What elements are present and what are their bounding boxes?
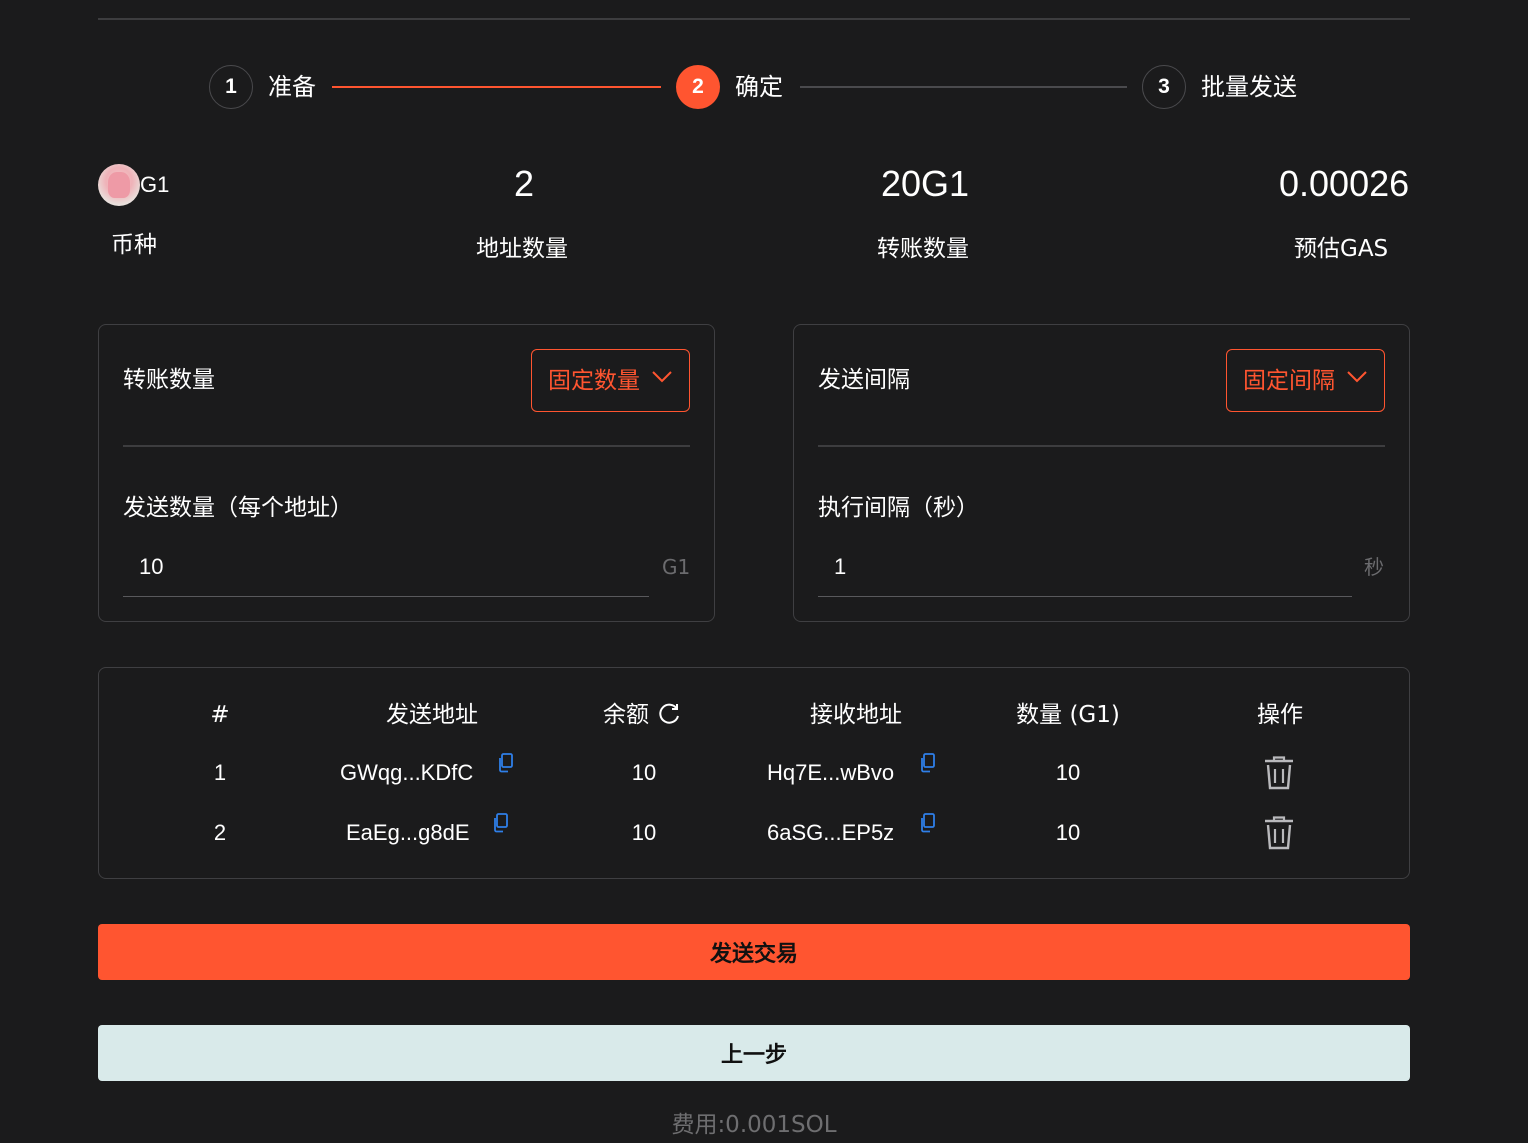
chevron-down-icon — [1347, 371, 1367, 383]
step-connector-1 — [332, 86, 661, 88]
amount-card-title: 转账数量 — [123, 367, 215, 393]
interval-field-label: 执行间隔（秒） — [818, 495, 979, 521]
amount-unit: G1 — [662, 555, 691, 579]
amount-field-label: 发送数量（每个地址） — [123, 495, 353, 521]
to-address: 6aSG...EP5z — [767, 820, 895, 845]
column-header-to: 接收地址 — [810, 702, 902, 728]
from-address: GWqg...KDfC — [340, 760, 474, 785]
interval-mode-label: 固定间隔 — [1243, 367, 1335, 394]
copy-icon[interactable] — [919, 753, 935, 773]
amount-settings-card: 转账数量 固定数量 发送数量（每个地址） G1 — [98, 324, 715, 622]
amount-mode-label: 固定数量 — [548, 367, 640, 394]
column-header-balance: 余额 — [603, 702, 649, 728]
from-address: EaEg...g8dE — [346, 820, 470, 845]
card-divider — [123, 445, 690, 447]
address-count-label: 地址数量 — [476, 236, 568, 262]
interval-settings-card: 发送间隔 固定间隔 执行间隔（秒） 秒 — [793, 324, 1410, 622]
column-header-index: # — [210, 702, 230, 728]
refresh-icon[interactable] — [656, 701, 682, 727]
copy-icon[interactable] — [492, 813, 508, 833]
column-header-amount: 数量 (G1) — [1016, 702, 1120, 728]
interval-unit: 秒 — [1364, 555, 1384, 579]
row-index: 2 — [213, 820, 227, 845]
gas-value: 0.00026 — [1279, 163, 1410, 204]
amount-mode-dropdown[interactable]: 固定数量 — [531, 349, 690, 412]
card-divider — [818, 445, 1385, 447]
trash-icon[interactable] — [1262, 815, 1296, 851]
amount-input-underline — [123, 596, 649, 597]
transfer-amount-label: 转账数量 — [877, 236, 969, 262]
interval-mode-dropdown[interactable]: 固定间隔 — [1226, 349, 1385, 412]
step-3-label[interactable]: 批量发送 — [1201, 72, 1297, 102]
token-avatar-icon — [98, 164, 140, 206]
copy-icon[interactable] — [919, 813, 935, 833]
step-1-label[interactable]: 准备 — [268, 72, 316, 102]
address-count-value: 2 — [514, 163, 535, 204]
transfer-amount-value: 20G1 — [881, 163, 970, 204]
step-2-label[interactable]: 确定 — [735, 72, 783, 102]
top-divider — [98, 18, 1410, 20]
fee-text: 费用:0.001SOL — [671, 1112, 837, 1138]
balance-value: 10 — [631, 760, 657, 785]
gas-label: 预估GAS — [1294, 236, 1389, 262]
to-address: Hq7E...wBvo — [767, 760, 895, 785]
step-3-number[interactable]: 3 — [1142, 65, 1186, 109]
amount-value: 10 — [1055, 820, 1081, 845]
token-symbol: G1 — [140, 172, 170, 197]
interval-card-title: 发送间隔 — [818, 367, 910, 393]
interval-input[interactable] — [834, 552, 1314, 582]
amount-input[interactable] — [139, 552, 619, 582]
trash-icon[interactable] — [1262, 755, 1296, 791]
chevron-down-icon — [652, 371, 672, 383]
step-2-number[interactable]: 2 — [676, 65, 720, 109]
previous-step-button[interactable]: 上一步 — [98, 1025, 1410, 1081]
amount-value: 10 — [1055, 760, 1081, 785]
column-header-from: 发送地址 — [386, 702, 478, 728]
send-transaction-button[interactable]: 发送交易 — [98, 924, 1410, 980]
column-header-action: 操作 — [1257, 702, 1303, 728]
token-label: 币种 — [111, 232, 157, 258]
step-1-number[interactable]: 1 — [209, 65, 253, 109]
interval-input-underline — [818, 596, 1352, 597]
step-connector-2 — [800, 86, 1127, 88]
transfer-table: # 发送地址 余额 接收地址 数量 (G1) 操作 1 GWqg...KDfC … — [98, 667, 1410, 879]
copy-icon[interactable] — [497, 753, 513, 773]
balance-value: 10 — [631, 820, 657, 845]
row-index: 1 — [213, 760, 227, 785]
